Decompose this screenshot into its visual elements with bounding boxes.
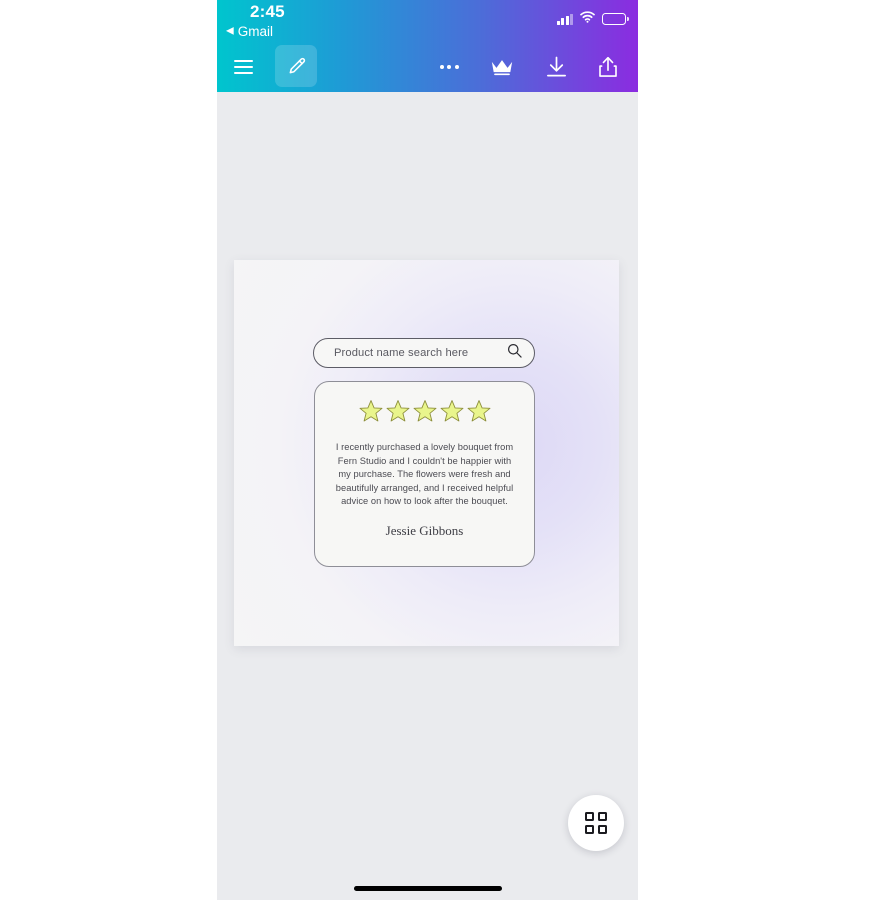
crown-premium-icon[interactable]	[485, 50, 519, 84]
share-icon[interactable]	[591, 50, 625, 84]
status-icons	[556, 10, 629, 28]
home-indicator	[353, 886, 502, 891]
pencil-edit-icon[interactable]	[275, 45, 317, 87]
star-icon	[467, 399, 491, 428]
phone-viewport: 2:45 ◀ Gmail Product name search here I …	[217, 0, 638, 900]
battery-low-icon	[602, 13, 629, 25]
signal-bars-icon	[556, 13, 573, 25]
grid-layout-fab[interactable]	[568, 795, 624, 851]
review-author-name: Jessie Gibbons	[385, 522, 464, 538]
back-to-gmail-link[interactable]: ◀ Gmail	[226, 24, 273, 39]
download-icon[interactable]	[539, 50, 573, 84]
star-icon	[359, 399, 383, 428]
star-icon	[440, 399, 464, 428]
review-body-text: I recently purchased a lovely bouquet fr…	[335, 442, 514, 507]
status-bar: 2:45 ◀ Gmail	[217, 0, 638, 42]
grid-layout-icon	[585, 812, 607, 834]
design-canvas[interactable]: Product name search here I recently purc…	[234, 260, 619, 646]
star-rating	[315, 382, 534, 428]
search-input[interactable]: Product name search here	[313, 338, 535, 368]
back-caret-icon: ◀	[226, 25, 234, 36]
status-time: 2:45	[250, 2, 285, 21]
back-link-label: Gmail	[237, 24, 273, 39]
wifi-icon	[580, 10, 595, 28]
more-options-icon[interactable]	[432, 50, 466, 84]
star-icon	[386, 399, 410, 428]
search-icon[interactable]	[507, 343, 522, 363]
app-toolbar	[217, 42, 638, 92]
review-card[interactable]: I recently purchased a lovely bouquet fr…	[314, 381, 535, 567]
hamburger-menu-icon[interactable]	[226, 50, 260, 84]
star-icon	[413, 399, 437, 428]
search-placeholder: Product name search here	[334, 347, 469, 359]
